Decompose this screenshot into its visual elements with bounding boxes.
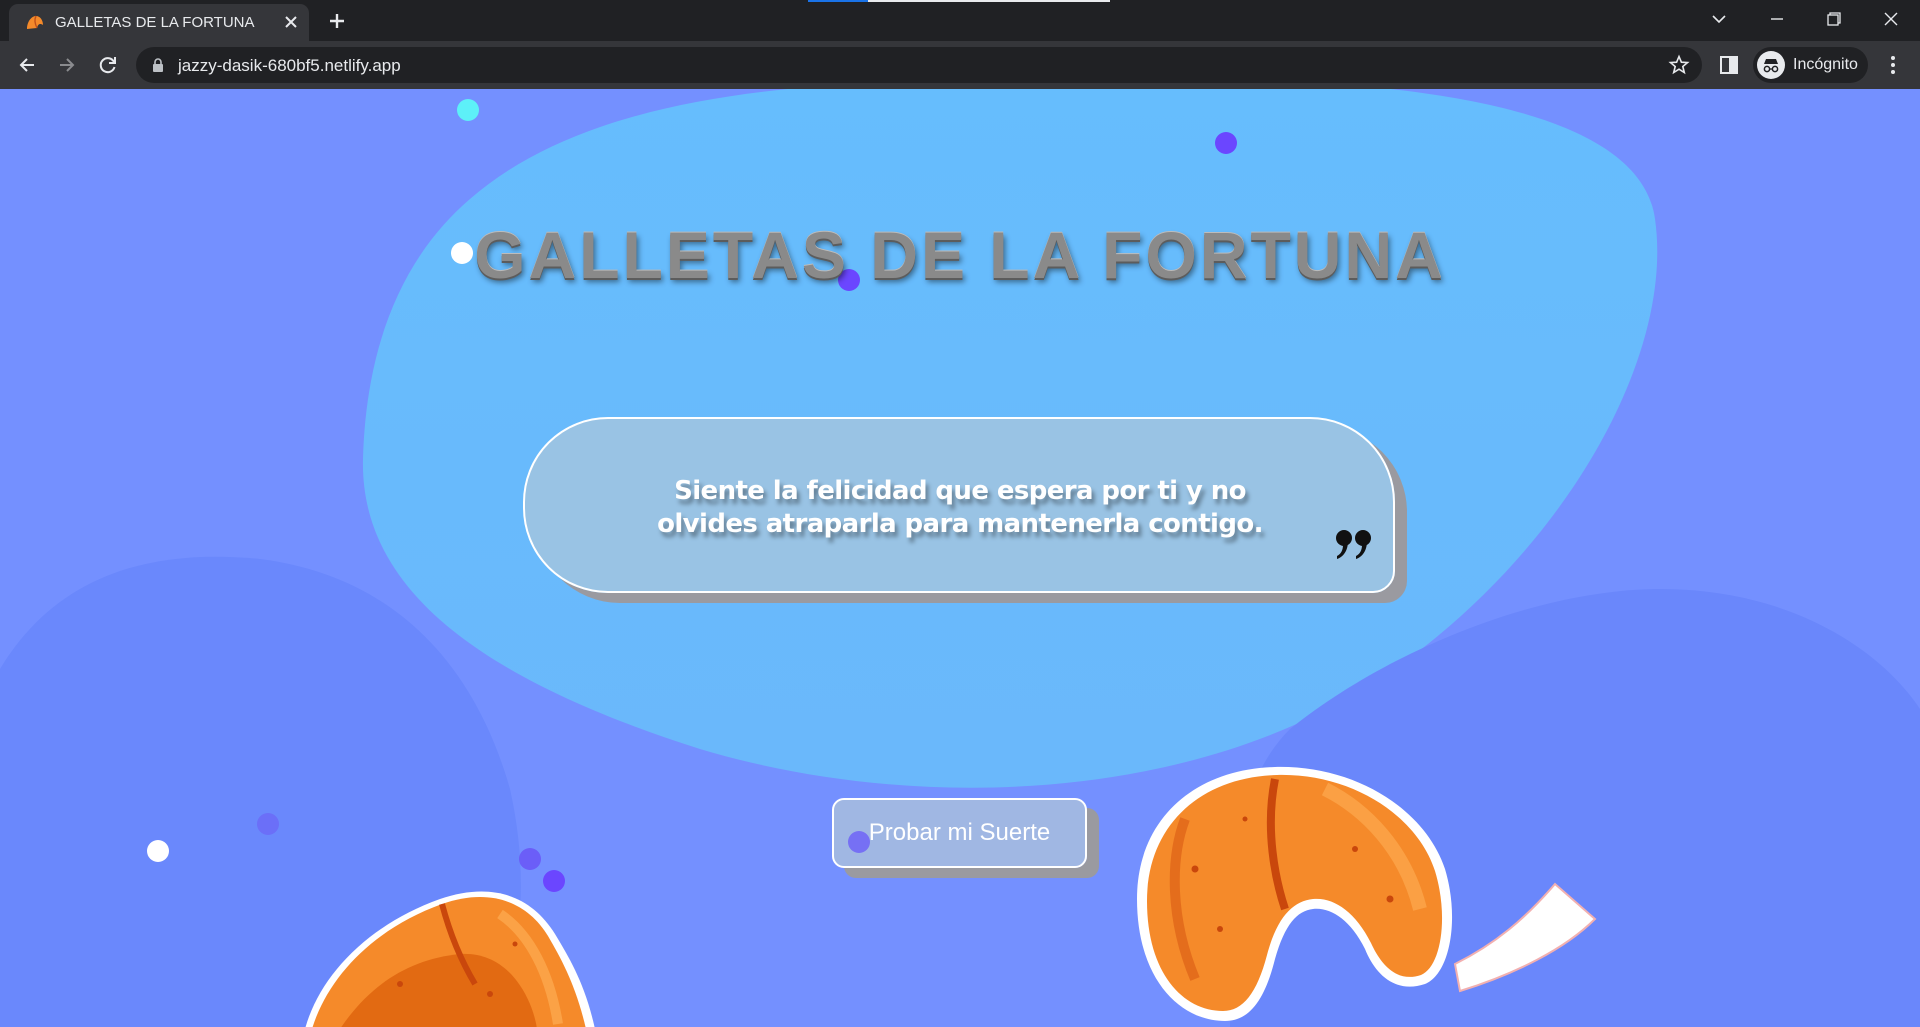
lock-icon[interactable] [150,57,166,73]
tab-title: GALLETAS DE LA FORTUNA [55,14,255,31]
kebab-menu-icon[interactable] [1880,52,1906,78]
profile-label: Incógnito [1793,56,1858,73]
profile-chip[interactable]: Incógnito [1753,47,1868,83]
address-bar[interactable]: jazzy-dasik-680bf5.netlify.app [136,47,1702,83]
back-arrow-icon[interactable] [12,50,42,80]
try-luck-button[interactable]: Probar mi Suerte [832,798,1087,868]
decorative-dot [848,831,870,853]
quote-card: Siente la felicidad que espera por ti y … [523,417,1395,593]
decorative-dot [147,840,169,862]
fortune-cookie-image [1137,766,1597,1021]
fortune-cookie-favicon [27,15,43,29]
browser-tab-strip: GALLETAS DE LA FORTUNA [0,0,1920,41]
quote-text: Siente la felicidad que espera por ti y … [657,476,1263,539]
decorative-dot [457,99,479,121]
page-content: GALLETAS DE LA FORTUNA Siente la felicid… [0,89,1920,1027]
incognito-icon [1757,51,1785,79]
side-panel-icon[interactable] [1716,52,1742,78]
page-title: GALLETAS DE LA FORTUNA [474,218,1446,292]
star-icon[interactable] [1668,54,1690,76]
close-icon[interactable] [279,10,303,34]
chevron-down-icon[interactable] [1702,4,1736,34]
decorative-dot [1215,132,1237,154]
fortune-cookie-image [305,891,595,1027]
minimize-icon[interactable] [1760,4,1794,34]
decorative-dot [257,813,279,835]
forward-arrow-icon[interactable] [52,50,82,80]
url-text[interactable]: jazzy-dasik-680bf5.netlify.app [178,56,401,76]
plus-icon[interactable] [322,6,352,36]
tab-strip-indicator-accent [808,0,868,2]
quote-mark-icon [1336,530,1371,559]
close-window-icon[interactable] [1874,4,1908,34]
browser-toolbar: jazzy-dasik-680bf5.netlify.app Incógnito [0,41,1920,89]
reload-icon[interactable] [93,50,123,80]
restore-icon[interactable] [1817,4,1851,34]
tab-galletas[interactable]: GALLETAS DE LA FORTUNA [9,4,309,41]
